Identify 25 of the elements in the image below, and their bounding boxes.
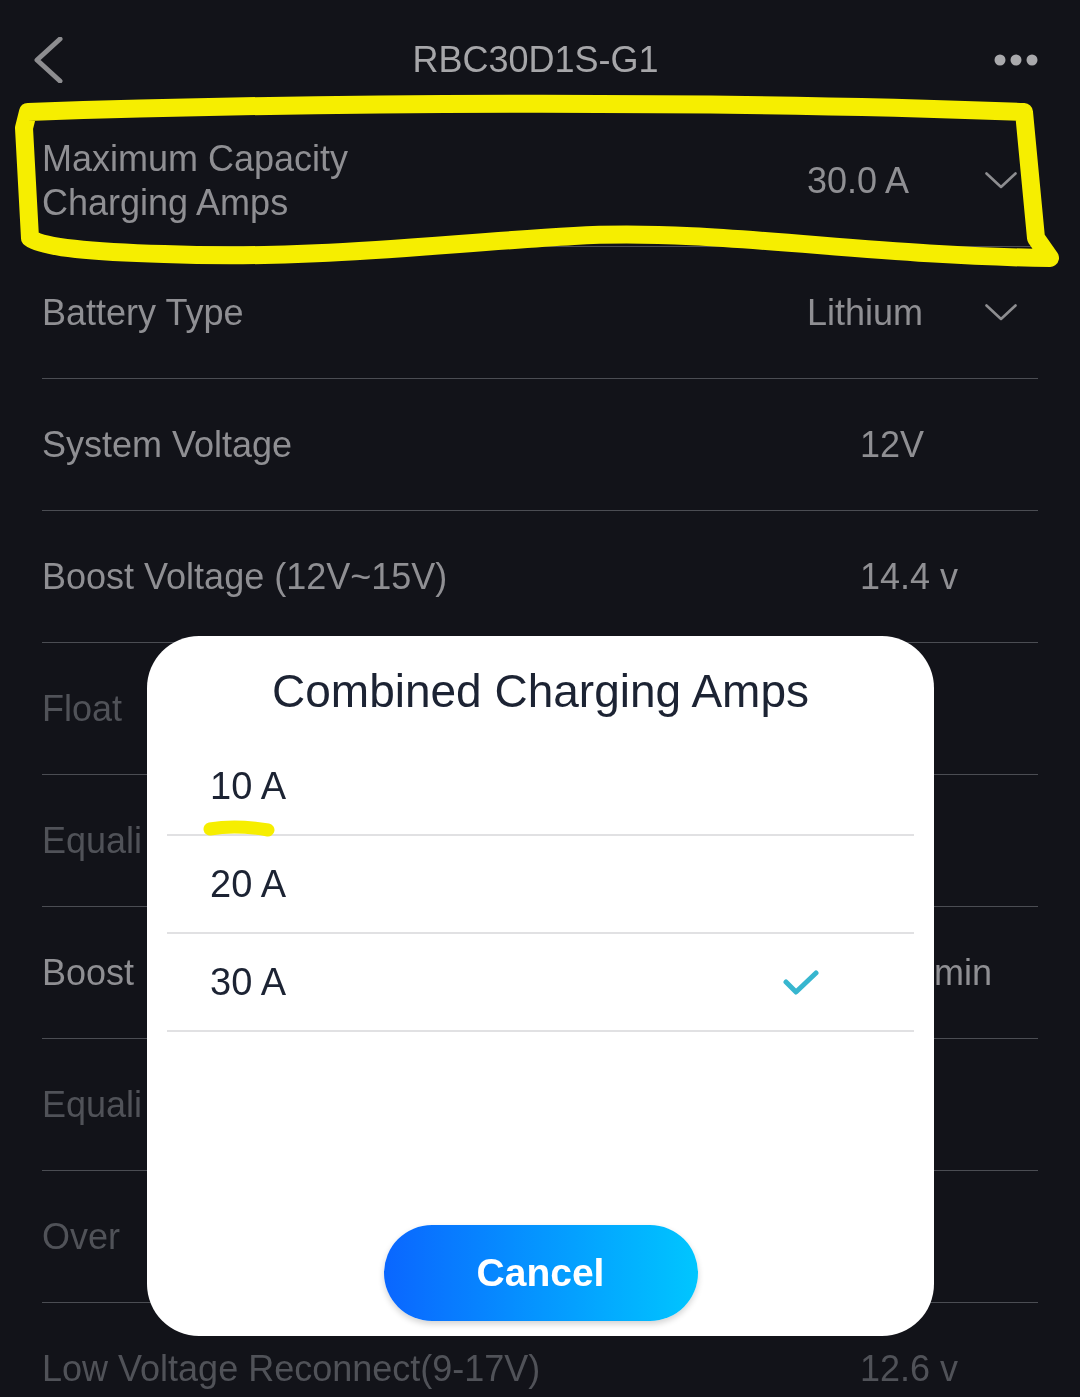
dialog-title: Combined Charging Amps bbox=[271, 666, 810, 716]
setting-label: Battery Type bbox=[42, 290, 244, 335]
setting-value: 12V bbox=[860, 422, 925, 467]
option-item[interactable]: 30 A bbox=[167, 934, 914, 1032]
back-icon[interactable] bbox=[33, 37, 63, 83]
setting-value: 12.6 v bbox=[860, 1346, 959, 1391]
setting-label: Low Voltage Reconnect(9-17V) bbox=[42, 1346, 541, 1391]
more-icon[interactable] bbox=[994, 54, 1038, 66]
chevron-down-icon[interactable] bbox=[985, 304, 1017, 321]
setting-label: Maximum Capacity Charging Amps bbox=[42, 136, 349, 225]
option-item[interactable]: 20 A bbox=[167, 836, 914, 934]
setting-value: min bbox=[934, 950, 992, 995]
screen-title: RBC30D1S-G1 bbox=[412, 38, 659, 82]
setting-label: System Voltage bbox=[42, 422, 293, 467]
setting-value[interactable]: 30.0 A bbox=[807, 158, 910, 203]
setting-value: 14.4 v bbox=[860, 554, 959, 599]
setting-label: Over bbox=[42, 1214, 120, 1259]
option-item[interactable]: 10 A bbox=[167, 738, 914, 836]
setting-label: Equali bbox=[42, 818, 143, 863]
setting-value[interactable]: Lithium bbox=[807, 290, 924, 335]
setting-label: Boost Voltage (12V~15V) bbox=[42, 554, 448, 599]
chevron-down-icon[interactable] bbox=[985, 172, 1017, 189]
setting-label: Equali bbox=[42, 1082, 143, 1127]
setting-label: Float bbox=[42, 686, 123, 731]
setting-label: Boost bbox=[42, 950, 135, 995]
